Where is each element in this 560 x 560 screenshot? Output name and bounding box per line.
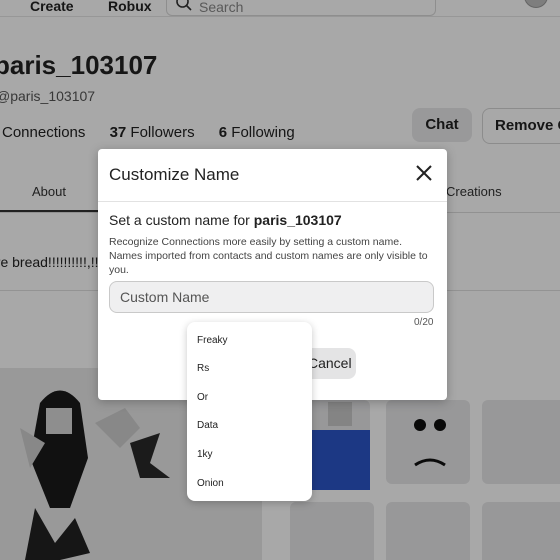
suggestion-item[interactable]: Data: [197, 420, 218, 431]
modal-description: Recognize Connections more easily by set…: [109, 236, 428, 276]
char-counter: 0/20: [414, 317, 434, 328]
modal-heading-prefix: Set a custom name for: [109, 212, 250, 228]
modal-heading-user: paris_103107: [253, 212, 342, 228]
suggestion-item[interactable]: 1ky: [197, 449, 213, 460]
close-icon[interactable]: [412, 161, 436, 185]
autocomplete-dropdown: Freaky Rs Or Data 1ky Onion: [187, 322, 312, 501]
suggestion-item[interactable]: Rs: [197, 363, 209, 374]
cancel-label: Cancel: [308, 355, 352, 371]
suggestion-item[interactable]: Freaky: [197, 335, 228, 346]
modal-divider: [98, 201, 447, 202]
custom-name-input[interactable]: [109, 281, 434, 313]
suggestion-item[interactable]: Onion: [197, 478, 224, 489]
suggestion-item[interactable]: Or: [197, 392, 208, 403]
modal-heading: Set a custom name for paris_103107: [109, 212, 342, 228]
modal-title: Customize Name: [109, 165, 240, 184]
